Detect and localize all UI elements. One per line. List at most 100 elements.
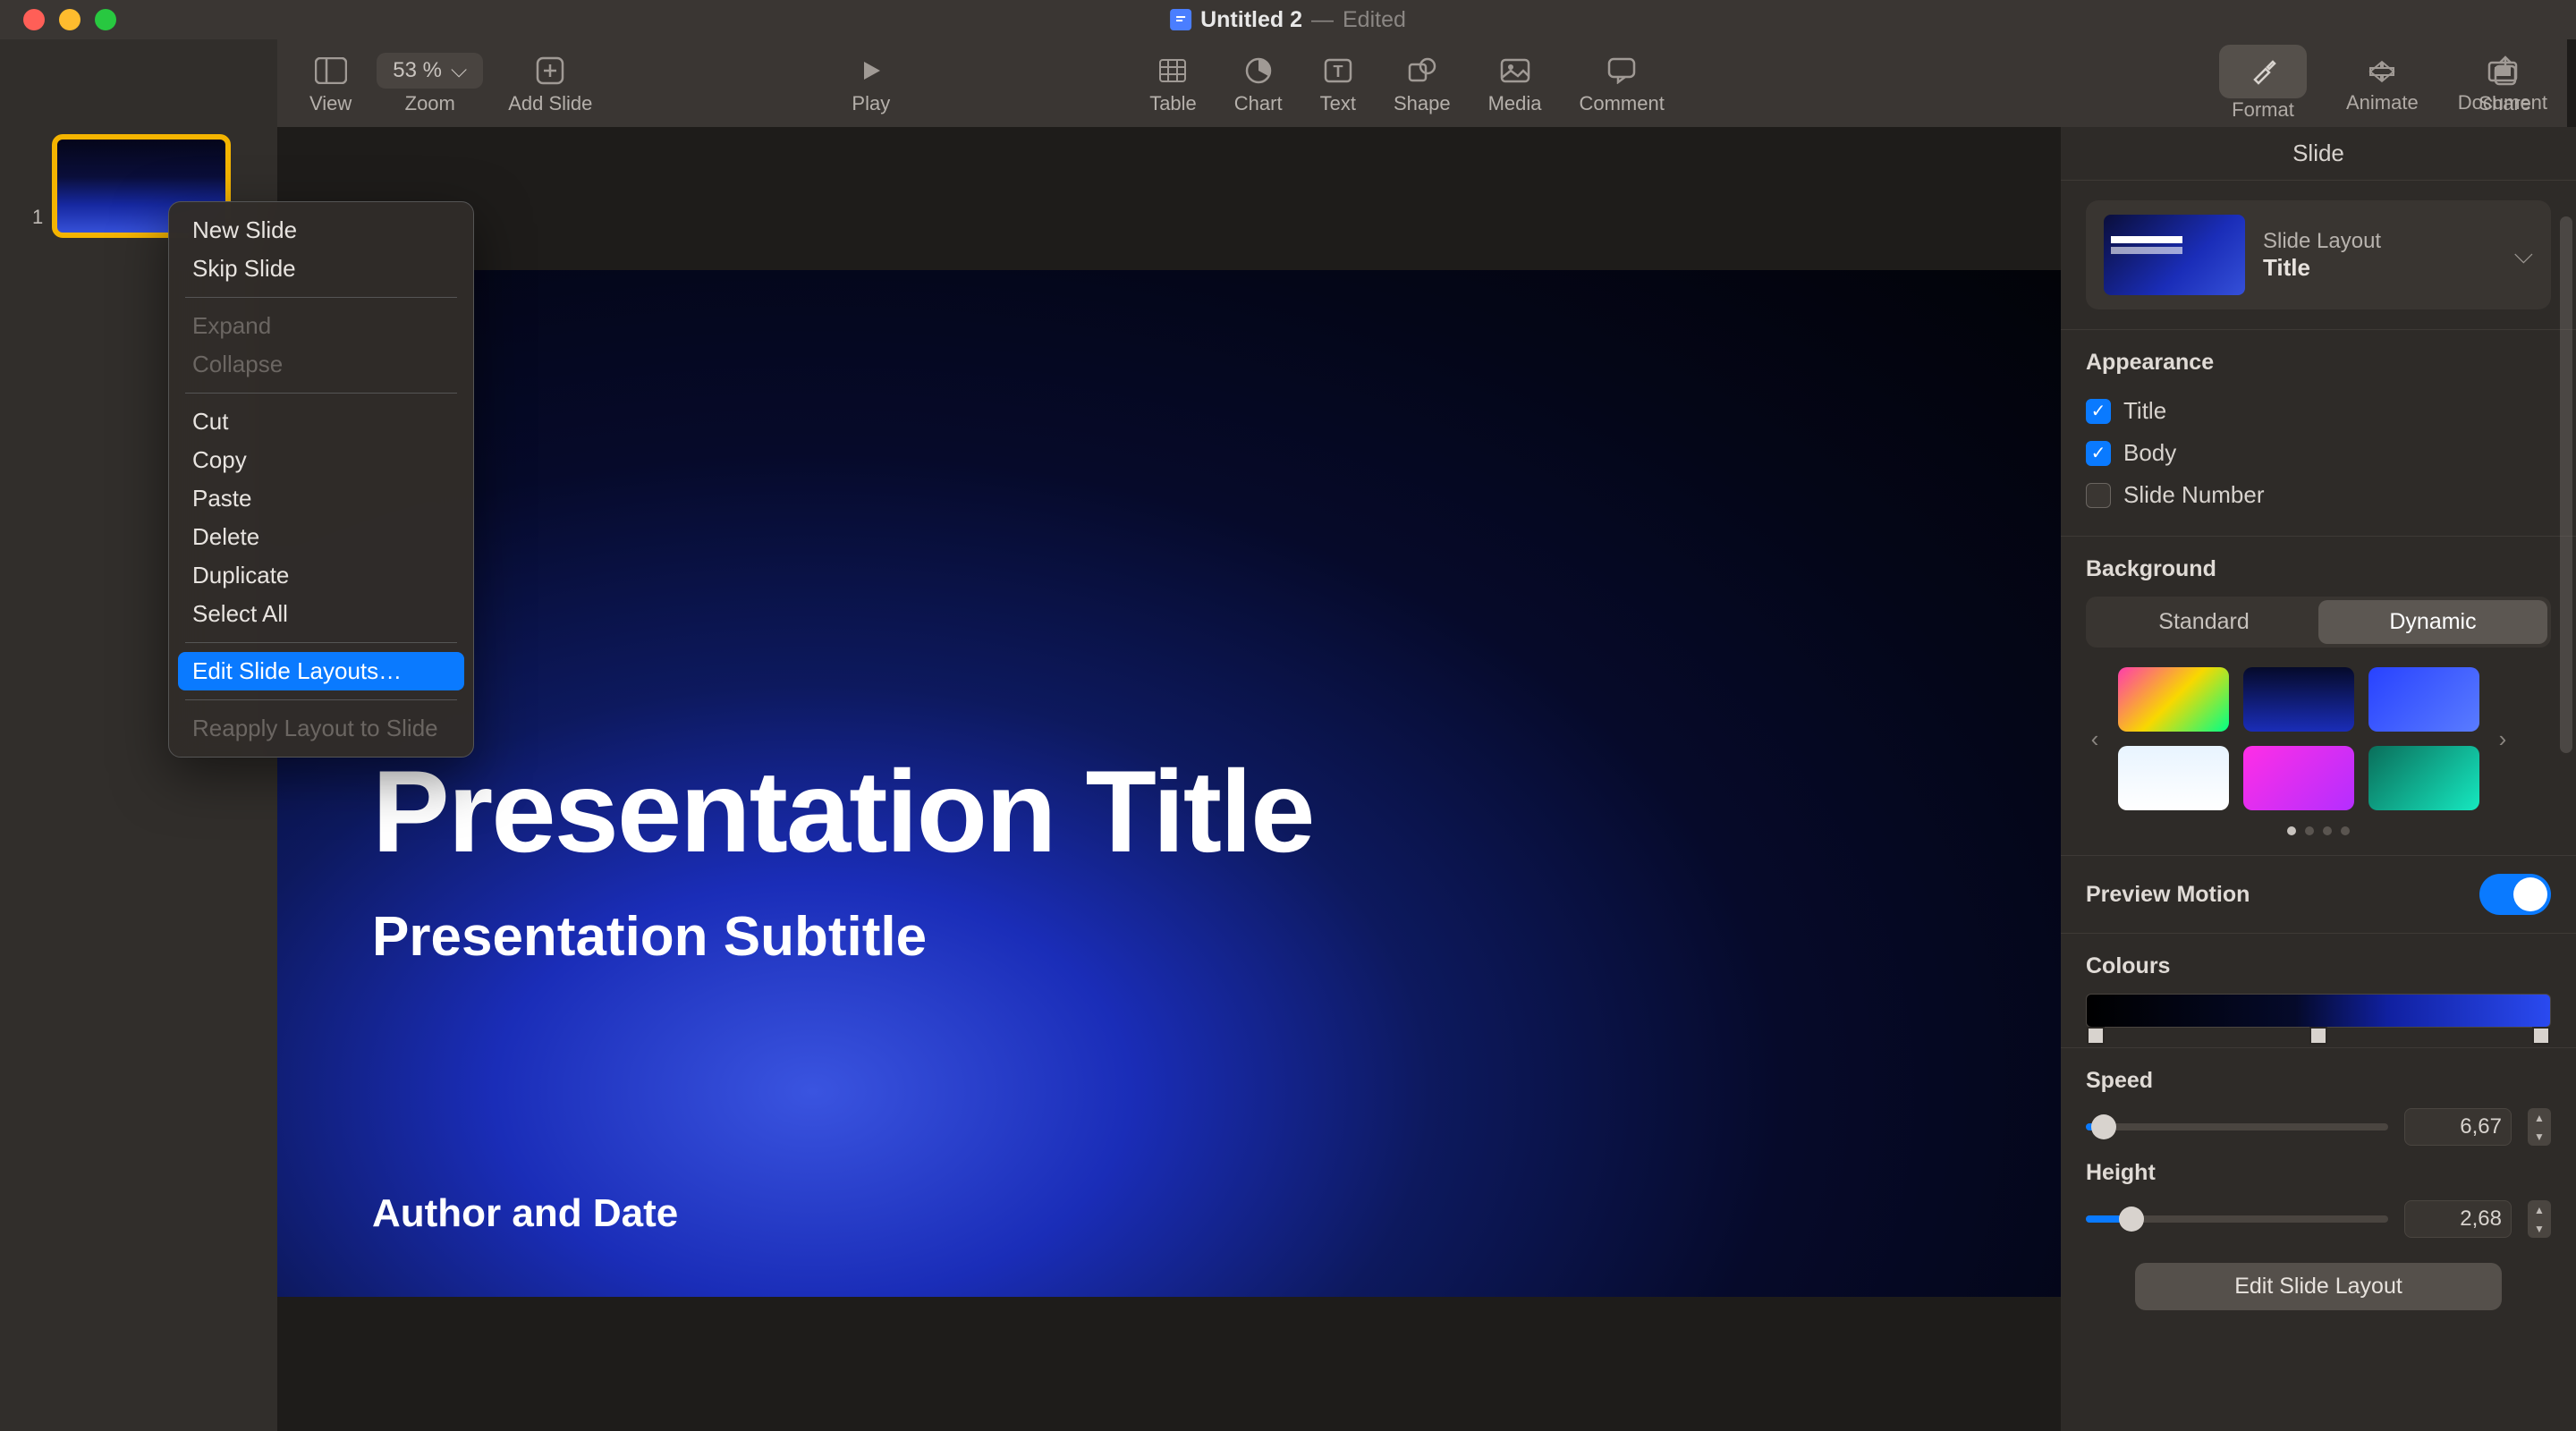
- gradient-stop[interactable]: [2309, 1027, 2327, 1045]
- doc-status: Edited: [1343, 7, 1406, 33]
- svg-text:T: T: [1333, 63, 1343, 80]
- paintbrush-icon: [2250, 52, 2276, 91]
- text-button[interactable]: TText: [1320, 51, 1356, 115]
- close-window-button[interactable]: [23, 9, 45, 30]
- bg-swatch[interactable]: [2368, 667, 2479, 732]
- chart-button[interactable]: Chart: [1234, 51, 1283, 115]
- media-button[interactable]: Media: [1488, 51, 1542, 115]
- swatch-next-button[interactable]: ›: [2494, 725, 2512, 753]
- bg-swatch[interactable]: [2118, 746, 2229, 810]
- document-title[interactable]: Untitled 2 — Edited: [1170, 7, 1406, 33]
- slide-layout-picker[interactable]: Slide Layout Title ⌵: [2086, 200, 2551, 309]
- slide-author-text[interactable]: Author and Date: [372, 1191, 678, 1236]
- menu-skip-slide[interactable]: Skip Slide: [169, 250, 473, 288]
- animate-icon: [2367, 52, 2397, 91]
- shape-button[interactable]: Shape: [1394, 51, 1451, 115]
- menu-select-all[interactable]: Select All: [169, 595, 473, 633]
- stepper-up-icon[interactable]: ▲: [2528, 1108, 2551, 1127]
- menu-new-slide[interactable]: New Slide: [169, 211, 473, 250]
- height-stepper[interactable]: ▲▼: [2528, 1200, 2551, 1238]
- background-segmented-control: Standard Dynamic: [2086, 597, 2551, 648]
- format-inspector: Slide Slide Layout Title ⌵ Appearance ✓T…: [2061, 127, 2576, 1431]
- background-heading: Background: [2086, 556, 2551, 582]
- minimize-window-button[interactable]: [59, 9, 80, 30]
- preview-motion-label: Preview Motion: [2086, 882, 2250, 908]
- stepper-down-icon[interactable]: ▼: [2528, 1127, 2551, 1146]
- inspector-scrollbar[interactable]: [2560, 216, 2572, 753]
- menu-paste[interactable]: Paste: [169, 479, 473, 518]
- height-heading: Height: [2086, 1160, 2551, 1186]
- fullscreen-window-button[interactable]: [95, 9, 116, 30]
- preview-motion-toggle[interactable]: [2479, 874, 2551, 915]
- page-dot[interactable]: [2305, 826, 2314, 835]
- edit-slide-layout-button[interactable]: Edit Slide Layout: [2135, 1263, 2502, 1310]
- colours-heading: Colours: [2086, 953, 2551, 979]
- media-icon: [1500, 51, 1530, 90]
- window-titlebar: Untitled 2 — Edited: [0, 0, 2576, 39]
- speed-slider[interactable]: [2086, 1123, 2388, 1130]
- document-icon: [2487, 52, 2518, 91]
- view-button[interactable]: View: [309, 51, 352, 115]
- traffic-lights: [0, 9, 116, 30]
- height-value[interactable]: 2,68: [2404, 1200, 2512, 1238]
- play-button[interactable]: Play: [852, 51, 890, 115]
- bg-swatch[interactable]: [2118, 667, 2229, 732]
- seg-dynamic[interactable]: Dynamic: [2318, 600, 2547, 644]
- add-slide-button[interactable]: Add Slide: [508, 51, 592, 115]
- page-dot[interactable]: [2341, 826, 2350, 835]
- speed-stepper[interactable]: ▲▼: [2528, 1108, 2551, 1146]
- comment-button[interactable]: Comment: [1579, 51, 1664, 115]
- menu-collapse: Collapse: [169, 345, 473, 384]
- gradient-stop[interactable]: [2532, 1027, 2550, 1045]
- page-dot[interactable]: [2287, 826, 2296, 835]
- speed-heading: Speed: [2086, 1068, 2551, 1094]
- speed-value[interactable]: 6,67: [2404, 1108, 2512, 1146]
- slide-number-label: 1: [32, 134, 43, 229]
- height-slider[interactable]: [2086, 1215, 2388, 1223]
- checkbox-off-icon[interactable]: [2086, 483, 2111, 508]
- menu-expand: Expand: [169, 307, 473, 345]
- layout-thumbnail: [2104, 215, 2245, 295]
- document-tab[interactable]: Document: [2438, 52, 2567, 114]
- animate-tab[interactable]: Animate: [2326, 52, 2438, 114]
- slide-subtitle-text[interactable]: Presentation Subtitle: [372, 905, 927, 969]
- page-dot[interactable]: [2323, 826, 2332, 835]
- speed-slider-row: 6,67 ▲▼: [2086, 1108, 2551, 1146]
- title-checkbox-row[interactable]: ✓Title: [2086, 390, 2551, 432]
- menu-edit-slide-layouts[interactable]: Edit Slide Layouts…: [178, 652, 464, 690]
- format-tab[interactable]: Format: [2199, 45, 2326, 122]
- bg-swatch[interactable]: [2243, 746, 2354, 810]
- chart-icon: [1244, 51, 1273, 90]
- slide-canvas[interactable]: Presentation Title Presentation Subtitle…: [277, 270, 2061, 1297]
- zoom-value-pill[interactable]: 53 %⌵: [377, 53, 483, 89]
- gradient-stop[interactable]: [2087, 1027, 2105, 1045]
- swatch-prev-button[interactable]: ‹: [2086, 725, 2104, 753]
- menu-separator: [185, 699, 457, 700]
- slide-context-menu: New Slide Skip Slide Expand Collapse Cut…: [168, 201, 474, 758]
- canvas-area[interactable]: Presentation Title Presentation Subtitle…: [277, 127, 2061, 1431]
- menu-separator: [185, 642, 457, 643]
- menu-duplicate[interactable]: Duplicate: [169, 556, 473, 595]
- body-checkbox-row[interactable]: ✓Body: [2086, 432, 2551, 474]
- appearance-heading: Appearance: [2086, 350, 2551, 376]
- gradient-editor[interactable]: [2086, 994, 2551, 1028]
- menu-cut[interactable]: Cut: [169, 402, 473, 441]
- stepper-down-icon[interactable]: ▼: [2528, 1219, 2551, 1238]
- menu-delete[interactable]: Delete: [169, 518, 473, 556]
- slide-number-checkbox-row[interactable]: Slide Number: [2086, 474, 2551, 516]
- bg-swatch[interactable]: [2368, 746, 2479, 810]
- stepper-up-icon[interactable]: ▲: [2528, 1200, 2551, 1219]
- bg-swatch[interactable]: [2243, 667, 2354, 732]
- preview-motion-row: Preview Motion: [2061, 856, 2576, 934]
- layout-name: Title: [2263, 254, 2496, 282]
- checkbox-on-icon[interactable]: ✓: [2086, 399, 2111, 424]
- table-button[interactable]: Table: [1149, 51, 1197, 115]
- checkbox-on-icon[interactable]: ✓: [2086, 441, 2111, 466]
- keynote-doc-icon: [1170, 9, 1191, 30]
- menu-copy[interactable]: Copy: [169, 441, 473, 479]
- seg-standard[interactable]: Standard: [2089, 600, 2318, 644]
- doc-sep: —: [1311, 7, 1334, 33]
- text-icon: T: [1324, 51, 1352, 90]
- slide-title-text[interactable]: Presentation Title: [372, 744, 1313, 878]
- zoom-button[interactable]: 53 %⌵ Zoom: [377, 51, 483, 115]
